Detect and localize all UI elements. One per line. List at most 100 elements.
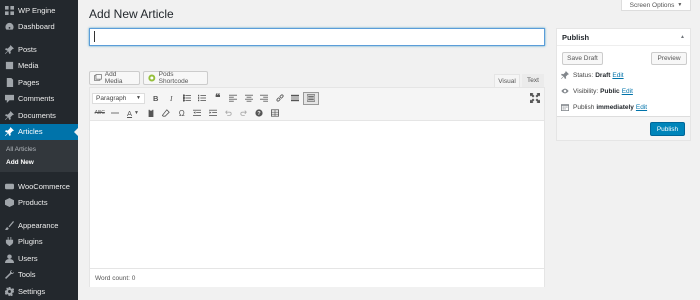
publish-value: immediately <box>596 103 634 111</box>
link-icon <box>276 94 284 102</box>
numbered-list-button[interactable] <box>195 92 211 105</box>
redo-icon <box>240 110 247 116</box>
sidebar-item-pages[interactable]: Pages <box>0 74 78 91</box>
articles-submenu: All Articles Add New <box>0 140 78 172</box>
sidebar-item-documents[interactable]: Documents <box>0 107 78 124</box>
caret-down-icon: ▼ <box>677 2 683 8</box>
align-left-button[interactable] <box>226 92 242 105</box>
submenu-add-new[interactable]: Add New <box>0 156 78 169</box>
pods-shortcode-label: Pods Shortcode <box>158 71 189 85</box>
settings-icon <box>5 286 14 296</box>
sidebar-item-label: Media <box>18 61 39 71</box>
read-more-button[interactable] <box>288 92 304 105</box>
publish-box-header[interactable]: Publish ▲ <box>557 29 690 46</box>
edit-status-link[interactable]: Edit <box>612 72 623 79</box>
sidebar-item-label: Posts <box>18 44 37 54</box>
sidebar-item-appearance[interactable]: Appearance <box>0 217 78 234</box>
clear-formatting-button[interactable] <box>159 107 175 120</box>
submenu-all-articles[interactable]: All Articles <box>0 143 78 156</box>
blockquote-button[interactable]: ❝ <box>210 92 226 105</box>
sidebar-item-tools[interactable]: Tools <box>0 267 78 284</box>
dashboard-icon <box>5 22 14 31</box>
sidebar-item-label: Users <box>18 253 38 263</box>
screen-options-label: Screen Options <box>629 1 675 9</box>
toolbar-row-2: ABC A ▼ Ω ? <box>92 106 283 120</box>
outdent-button[interactable] <box>190 107 206 120</box>
save-draft-button[interactable]: Save Draft <box>562 52 603 65</box>
sidebar-item-label: Pages <box>18 77 40 87</box>
title-input[interactable] <box>89 28 545 46</box>
add-media-button[interactable]: Add Media <box>89 71 140 85</box>
tab-text[interactable]: Text <box>522 74 544 87</box>
publish-box: Publish ▲ Save Draft Preview Status: Dra… <box>556 28 691 141</box>
help-icon: ? <box>255 109 263 117</box>
screen-options-button[interactable]: Screen Options ▼ <box>621 0 691 11</box>
toolbar-row-1: Paragraph ▼ B I ❝ <box>92 91 319 105</box>
calendar-icon <box>561 104 569 111</box>
tab-visual[interactable]: Visual <box>494 74 520 87</box>
bulleted-list-button[interactable] <box>179 92 195 105</box>
sidebar-item-articles[interactable]: Articles <box>0 123 78 140</box>
text-color-button[interactable]: A ▼ <box>123 107 143 120</box>
table-button[interactable] <box>267 107 283 120</box>
sidebar-item-label: Products <box>18 198 48 208</box>
media-icon <box>94 74 102 81</box>
pods-shortcode-button[interactable]: Pods Shortcode <box>143 71 208 85</box>
sidebar-item-users[interactable]: Users <box>0 250 78 267</box>
sidebar-item-plugins[interactable]: Plugins <box>0 234 78 251</box>
special-character-button[interactable]: Ω <box>174 107 190 120</box>
insert-link-button[interactable] <box>272 92 288 105</box>
align-center-button[interactable] <box>241 92 257 105</box>
collapse-arrow-icon[interactable]: ▲ <box>680 34 685 40</box>
sidebar-item-wp-engine[interactable]: WP Engine <box>0 2 78 19</box>
pin-icon <box>5 110 14 120</box>
toolbar-toggle-icon <box>306 94 315 102</box>
fullscreen-icon[interactable] <box>530 93 540 103</box>
redo-button[interactable] <box>236 107 252 120</box>
preview-button[interactable]: Preview <box>651 52 687 65</box>
editor-status-bar: Word count: 0 <box>90 268 544 287</box>
align-right-button[interactable] <box>257 92 273 105</box>
publish-button[interactable]: Publish <box>650 122 685 136</box>
tools-icon <box>5 270 14 280</box>
pin-icon <box>5 127 14 137</box>
comments-icon <box>5 94 14 104</box>
visibility-row: Visibility: Public Edit <box>561 87 633 95</box>
sidebar-item-label: Settings <box>18 286 46 296</box>
editor-content-area[interactable] <box>90 121 544 268</box>
italic-button[interactable]: I <box>164 92 180 105</box>
horizontal-line-button[interactable] <box>108 107 124 120</box>
pin-icon <box>561 71 569 79</box>
edit-visibility-link[interactable]: Edit <box>622 88 633 95</box>
undo-button[interactable] <box>221 107 237 120</box>
strikethrough-button[interactable]: ABC <box>92 107 108 120</box>
sidebar-item-dashboard[interactable]: Dashboard <box>0 19 78 36</box>
status-value: Draft <box>595 71 611 79</box>
chevron-down-icon: ▼ <box>134 110 139 116</box>
help-button[interactable]: ? <box>252 107 268 120</box>
horizontal-line-icon <box>111 112 120 114</box>
align-right-icon <box>260 94 269 102</box>
bold-button[interactable]: B <box>148 92 164 105</box>
media-icon <box>5 61 14 70</box>
sidebar-item-products[interactable]: Products <box>0 195 78 212</box>
page-title: Add New Article <box>89 7 174 21</box>
indent-button[interactable] <box>205 107 221 120</box>
undo-icon <box>225 110 232 116</box>
sidebar-item-settings[interactable]: Settings <box>0 283 78 300</box>
sidebar-item-media[interactable]: Media <box>0 58 78 75</box>
bulleted-list-icon <box>182 94 191 102</box>
outdent-icon <box>193 109 202 116</box>
edit-schedule-link[interactable]: Edit <box>636 104 647 111</box>
sidebar-item-label: WooCommerce <box>18 181 70 191</box>
publish-box-title: Publish <box>562 32 590 42</box>
chevron-down-icon: ▼ <box>136 95 141 101</box>
sidebar-item-woocommerce[interactable]: WooCommerce <box>0 178 78 195</box>
paste-as-text-button[interactable] <box>143 107 159 120</box>
text-color-icon: A <box>127 108 133 118</box>
format-select[interactable]: Paragraph ▼ <box>92 92 145 104</box>
sidebar-item-comments[interactable]: Comments <box>0 91 78 108</box>
toolbar-toggle-button[interactable] <box>303 91 319 105</box>
sidebar-item-posts[interactable]: Posts <box>0 41 78 58</box>
pages-icon <box>5 77 14 87</box>
